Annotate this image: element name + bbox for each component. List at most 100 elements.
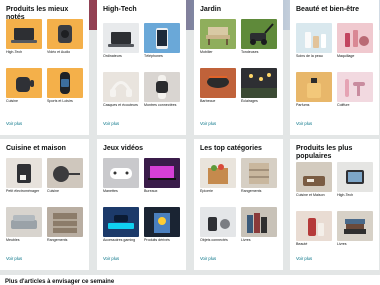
tile-caption: Cuisine (47, 189, 59, 193)
tech-gadget-image (337, 162, 373, 192)
tile-caption: High-Tech (6, 50, 23, 54)
merchandise-image (144, 207, 180, 237)
tile-caption: Cuisine (6, 99, 18, 103)
category-tile[interactable]: Accessoires gaming (103, 207, 139, 243)
gamepad-image (103, 158, 139, 188)
category-tile[interactable]: Livres (241, 207, 277, 243)
category-tile[interactable]: Vidéo et Audio (47, 19, 83, 55)
category-tile[interactable]: Objets connectés (200, 207, 236, 243)
see-more-link[interactable]: Voir plus (200, 121, 216, 126)
tile-caption: Accessoires gaming (103, 238, 136, 242)
card-title: High-Tech (103, 6, 137, 13)
tile-caption: Tondeuses (241, 50, 259, 54)
laptop-image (103, 23, 139, 53)
tile-caption: Téléphones (144, 54, 163, 58)
category-card: High-Tech Ordinateurs Téléphones Casques et… (97, 0, 186, 135)
card-title: Les top catégories (200, 145, 262, 152)
perfume-image (296, 72, 332, 102)
see-more-link[interactable]: Voir plus (103, 121, 119, 126)
see-more-link[interactable]: Voir plus (6, 256, 22, 261)
category-tile[interactable]: High-Tech (337, 162, 373, 198)
pans-image (47, 158, 83, 188)
see-more-link[interactable]: Voir plus (103, 256, 119, 261)
recommendations-section: Plus d'articles à envisager ce semaine (0, 275, 380, 285)
see-more-link[interactable]: Voir plus (296, 121, 312, 126)
card-title: Jeux vidéos (103, 145, 144, 152)
tile-caption: Coiffure (337, 103, 350, 107)
category-tile[interactable]: Ordinateurs (103, 23, 139, 59)
category-tile[interactable]: Tondeuses (241, 19, 277, 55)
category-tile[interactable]: Manettes (103, 158, 139, 194)
kitchen-scale-image (296, 162, 332, 192)
tile-caption: Bureaux (144, 189, 158, 193)
tile-caption: Livres (241, 238, 251, 242)
phone-image (144, 23, 180, 53)
see-more-link[interactable]: Voir plus (296, 256, 312, 261)
category-tile[interactable]: Casques et écouteurs (103, 72, 139, 108)
category-tile[interactable]: Barbecue (200, 68, 236, 104)
tile-caption: Parfums (296, 103, 310, 107)
category-tile[interactable]: Épicerie (200, 158, 236, 194)
beauty-product-image (296, 211, 332, 241)
category-tile[interactable]: Maquillage (337, 23, 373, 59)
category-tile[interactable]: High-Tech (6, 19, 42, 55)
tile-caption: Maquillage (337, 54, 355, 58)
books-image (241, 207, 277, 237)
category-tile[interactable]: Rangements (241, 158, 277, 194)
tile-caption: Épicerie (200, 189, 213, 193)
tile-caption: Livres (337, 242, 347, 246)
category-tile[interactable]: Petit électroménager (6, 158, 42, 194)
skincare-image (296, 23, 332, 53)
tile-caption: Ordinateurs (103, 54, 122, 58)
category-tile[interactable]: Beauté (296, 211, 332, 247)
category-tile[interactable]: Produits dérivés (144, 207, 180, 243)
category-tile[interactable]: Éclairages (241, 68, 277, 104)
tile-caption: Sports et Loisirs (47, 99, 73, 103)
sofa-image (6, 207, 42, 237)
tile-caption: Barbecue (200, 99, 216, 103)
tile-caption: Produits dérivés (144, 238, 170, 242)
tile-caption: Beauté (296, 242, 308, 246)
category-tile[interactable]: Cuisine et Maison (296, 162, 332, 198)
smart-devices-image (200, 207, 236, 237)
category-tile[interactable]: Téléphones (144, 23, 180, 59)
tile-caption: Objets connectés (200, 238, 228, 242)
see-more-link[interactable]: Voir plus (6, 121, 22, 126)
category-tile[interactable]: Montres connectées (144, 72, 180, 108)
shelves-image (241, 158, 277, 188)
barbecue-image (200, 68, 236, 98)
card-title: Cuisine et maison (6, 145, 66, 152)
tile-caption: Cuisine et Maison (296, 193, 325, 197)
category-tile[interactable]: Rangements (47, 207, 83, 243)
garden-light-image (241, 68, 277, 98)
category-tile[interactable]: Bureaux (144, 158, 180, 194)
tile-caption: Éclairages (241, 99, 258, 103)
speaker-image (47, 19, 83, 49)
category-tile[interactable]: Cuisine (47, 158, 83, 194)
category-tile[interactable]: Cuisine (6, 68, 42, 104)
tile-caption: Montres connectées (144, 103, 177, 107)
tile-caption: Rangements (47, 238, 68, 242)
category-tile[interactable]: Soins de la peau (296, 23, 332, 59)
category-tile[interactable]: Parfums (296, 72, 332, 108)
category-tile[interactable]: Coiffure (337, 72, 373, 108)
category-tile[interactable]: Meubles (6, 207, 42, 243)
book-stack-image (337, 211, 373, 241)
grocery-image (200, 158, 236, 188)
headphones-image (103, 72, 139, 102)
card-title: Jardin (200, 6, 222, 13)
hair-tools-image (337, 72, 373, 102)
category-card: Produits les plus populaires Cuisine et M… (290, 139, 379, 270)
category-card: Les top catégories Épicerie Rangements Obje… (194, 139, 283, 270)
tile-caption: Soins de la peau (296, 54, 323, 58)
category-tile[interactable]: Mobilier (200, 19, 236, 55)
see-more-link[interactable]: Voir plus (200, 256, 216, 261)
category-tile[interactable]: Sports et Loisirs (47, 68, 83, 104)
storage-image (47, 207, 83, 237)
laptop-image (6, 19, 42, 49)
category-card: Cuisine et maison Petit électroménager Cui… (0, 139, 89, 270)
tile-caption: Manettes (103, 189, 118, 193)
category-tile[interactable]: Livres (337, 211, 373, 247)
tile-caption: Vidéo et Audio (47, 50, 71, 54)
tile-caption: Rangements (241, 189, 262, 193)
